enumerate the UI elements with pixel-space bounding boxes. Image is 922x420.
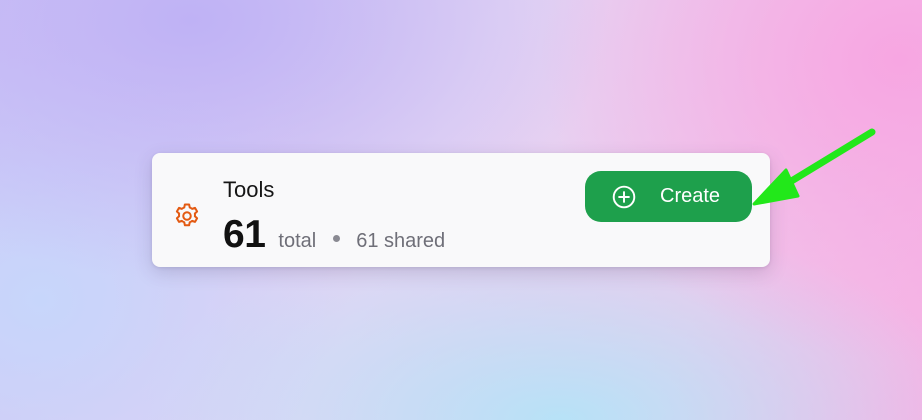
arrow-icon — [752, 128, 876, 206]
total-label: total — [278, 230, 317, 252]
create-button-label: Create — [660, 185, 721, 207]
separator-dot — [333, 235, 341, 242]
card-title: Tools — [223, 177, 275, 202]
tools-card: Tools 61 total 61 shared Create — [152, 153, 770, 267]
total-count: 61 — [223, 213, 266, 256]
create-button[interactable]: Create — [585, 171, 752, 222]
plus-circle-icon — [612, 185, 636, 209]
gear-icon — [175, 203, 199, 227]
shared-count: 61 shared — [356, 230, 446, 252]
stats-row: 61 total 61 shared — [223, 213, 445, 257]
